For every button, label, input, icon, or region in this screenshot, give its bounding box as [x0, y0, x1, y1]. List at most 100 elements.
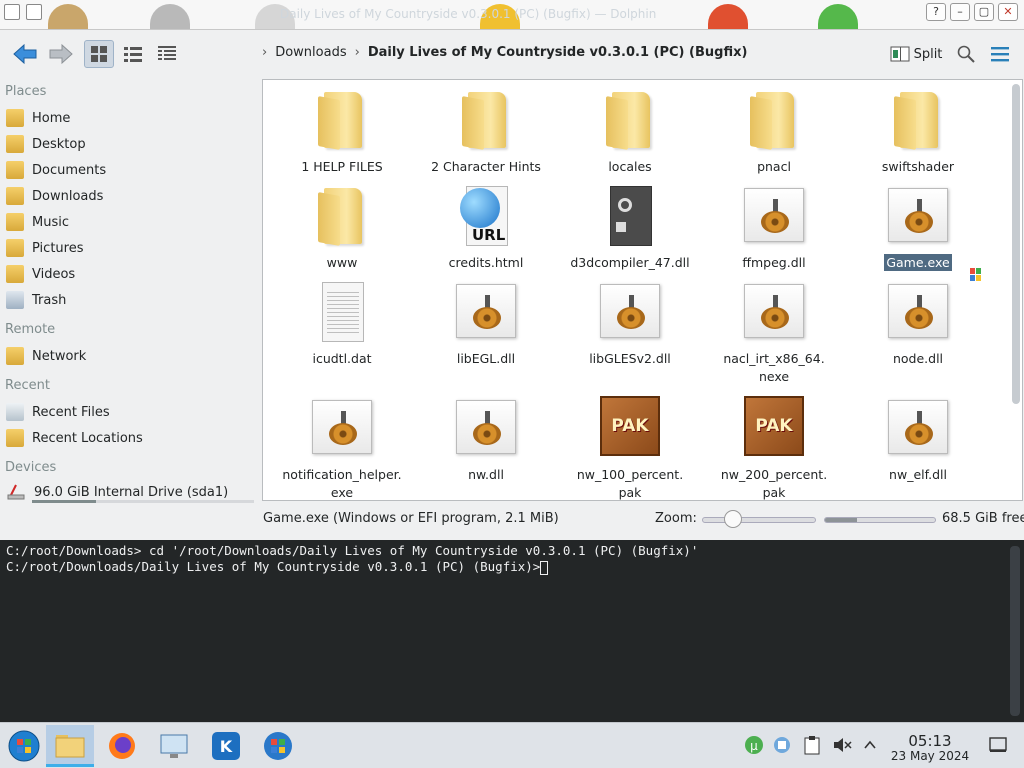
- home-folder-icon: [6, 109, 24, 127]
- file-name-line: nw_elf.dll: [889, 467, 947, 482]
- file-item[interactable]: d3dcompiler_47.dll: [564, 184, 696, 272]
- executable-gear-icon: [886, 280, 950, 344]
- pak-crate-icon: PAK: [598, 396, 662, 460]
- folder-icon: [310, 88, 374, 152]
- back-button[interactable]: [8, 40, 42, 68]
- file-item[interactable]: libGLESv2.dll: [564, 280, 696, 368]
- sidebar-item-pictures[interactable]: Pictures: [6, 237, 83, 259]
- file-item[interactable]: node.dll: [852, 280, 984, 368]
- search-icon: [957, 45, 975, 63]
- start-menu-button[interactable]: [0, 725, 48, 767]
- file-item[interactable]: nw.dll: [420, 396, 552, 484]
- file-item[interactable]: ffmpeg.dll: [708, 184, 840, 272]
- network-tray-icon[interactable]: [772, 735, 792, 755]
- sidebar-item-downloads[interactable]: Downloads: [6, 185, 103, 207]
- folder-item[interactable]: 2 Character Hints: [420, 88, 552, 176]
- executable-gear-icon: [454, 396, 518, 460]
- taskbar-konsole[interactable]: K: [202, 725, 250, 767]
- sidebar-item-label: Desktop: [32, 136, 86, 152]
- sidebar-item-trash[interactable]: Trash: [6, 289, 66, 311]
- show-desktop-icon[interactable]: [988, 735, 1008, 755]
- folder-item[interactable]: 1 HELP FILES: [276, 88, 408, 176]
- background-thumbnail: [48, 4, 88, 29]
- file-view-scrollbar[interactable]: [1012, 84, 1020, 404]
- taskbar-system-settings[interactable]: [150, 725, 198, 767]
- file-name: pnacl: [708, 158, 840, 176]
- hamburger-menu-icon: [991, 47, 1009, 62]
- zoom-slider[interactable]: [702, 517, 816, 523]
- file-item[interactable]: libEGL.dll: [420, 280, 552, 368]
- folder-item[interactable]: swiftshader: [852, 88, 984, 176]
- menu-button[interactable]: [986, 40, 1014, 68]
- file-item[interactable]: notification_helper. exe: [276, 396, 408, 500]
- sidebar-item-documents[interactable]: Documents: [6, 159, 106, 181]
- zoom-slider-handle[interactable]: [723, 510, 742, 528]
- close-button[interactable]: ✕: [998, 3, 1018, 21]
- file-name-line: www: [326, 255, 358, 270]
- file-item[interactable]: nacl_irt_x86_64. nexe: [708, 280, 840, 386]
- taskbar-firefox[interactable]: [98, 725, 146, 767]
- file-item[interactable]: nw_elf.dll: [852, 396, 984, 484]
- terminal-prompt-line[interactable]: C:/root/Downloads/Daily Lives of My Coun…: [6, 559, 549, 575]
- breadcrumb-downloads[interactable]: Downloads: [275, 45, 346, 60]
- folder-item[interactable]: locales: [564, 88, 696, 176]
- clipboard-tray-icon[interactable]: [802, 735, 822, 755]
- executable-gear-icon: [742, 184, 806, 248]
- file-item[interactable]: PAK nw_200_percent. pak: [708, 396, 840, 500]
- maximize-button[interactable]: ▢: [974, 3, 994, 21]
- sidebar-item-network[interactable]: Network: [6, 345, 86, 367]
- monitor-settings-icon: [160, 734, 188, 758]
- chevron-right-icon: ›: [354, 45, 360, 60]
- executable-gear-icon: [598, 280, 662, 344]
- file-view[interactable]: 1 HELP FILES 2 Character Hints locales pnac…: [262, 79, 1023, 501]
- minimize-button[interactable]: –: [950, 3, 970, 21]
- sidebar-item-recent-files[interactable]: Recent Files: [6, 401, 110, 423]
- terminal-line: C:/root/Downloads> cd '/root/Downloads/D…: [6, 543, 699, 558]
- volume-muted-icon[interactable]: [832, 735, 852, 755]
- taskbar-dolphin[interactable]: [46, 725, 94, 767]
- file-item[interactable]: Game.exe: [852, 184, 984, 272]
- folder-icon: [310, 184, 374, 248]
- icons-view-button[interactable]: [84, 40, 114, 68]
- file-name-line: d3dcompiler_47.dll: [570, 255, 690, 270]
- compact-view-button[interactable]: [118, 40, 148, 68]
- windows-orb-icon: [8, 730, 40, 762]
- window-menu-buttons[interactable]: [4, 4, 42, 20]
- file-item[interactable]: icudtl.dat: [276, 280, 408, 368]
- sidebar-item-music[interactable]: Music: [6, 211, 69, 233]
- taskbar: K µ 05:13 23 May 2024: [0, 722, 1024, 768]
- split-button[interactable]: Split: [886, 40, 946, 68]
- utorrent-tray-icon[interactable]: µ: [744, 735, 764, 755]
- sidebar-item-videos[interactable]: Videos: [6, 263, 75, 285]
- terminal-panel[interactable]: C:/root/Downloads> cd '/root/Downloads/D…: [0, 540, 1024, 722]
- taskbar-wine-app[interactable]: [254, 725, 302, 767]
- executable-gear-icon: [310, 396, 374, 460]
- clock-date[interactable]: 23 May 2024: [884, 749, 976, 763]
- window-menu-icon[interactable]: [4, 4, 20, 20]
- downloads-folder-icon: [6, 187, 24, 205]
- forward-button[interactable]: [44, 40, 78, 68]
- keep-above-icon[interactable]: [26, 4, 42, 20]
- clock-time[interactable]: 05:13: [890, 732, 970, 750]
- details-view-button[interactable]: [152, 40, 182, 68]
- file-item[interactable]: URL credits.html: [420, 184, 552, 272]
- file-name-line: 2 Character Hints: [431, 159, 541, 174]
- sidebar-item-recent-locations[interactable]: Recent Locations: [6, 427, 143, 449]
- terminal-scrollbar[interactable]: [1010, 546, 1020, 716]
- search-button[interactable]: [952, 40, 980, 68]
- sidebar-item-home[interactable]: Home: [6, 107, 70, 129]
- details-view-icon: [158, 46, 176, 60]
- documents-folder-icon: [6, 161, 24, 179]
- executable-gear-icon: [742, 280, 806, 344]
- pak-badge: PAK: [744, 396, 804, 456]
- sidebar-item-desktop[interactable]: Desktop: [6, 133, 86, 155]
- folder-icon: [742, 88, 806, 152]
- help-button[interactable]: ?: [926, 3, 946, 21]
- folder-item[interactable]: pnacl: [708, 88, 840, 176]
- file-item[interactable]: PAK nw_100_percent. pak: [564, 396, 696, 500]
- breadcrumb-current[interactable]: Daily Lives of My Countryside v0.3.0.1 (…: [368, 45, 748, 60]
- folder-item[interactable]: www: [276, 184, 408, 272]
- chevron-up-icon[interactable]: [860, 735, 880, 755]
- file-name: libEGL.dll: [420, 350, 552, 368]
- file-name-line: swiftshader: [881, 159, 955, 174]
